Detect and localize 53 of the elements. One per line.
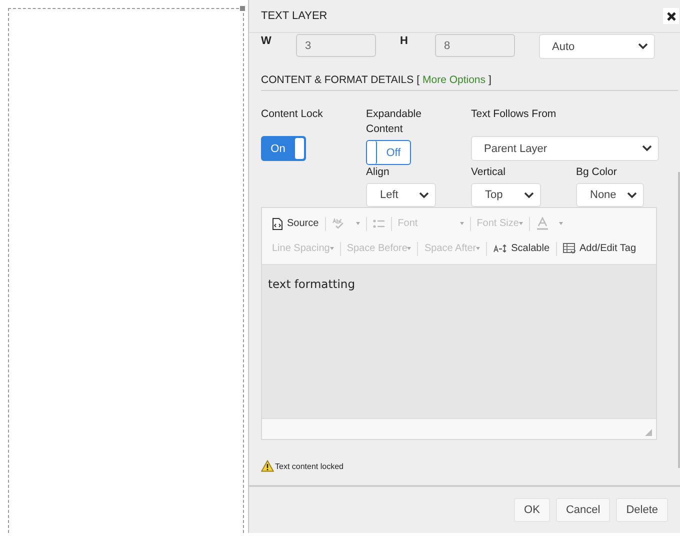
- tag-table-icon: [562, 242, 576, 254]
- caret-icon: [407, 247, 412, 250]
- caret-icon: [356, 222, 360, 225]
- width-field[interactable]: 3: [296, 34, 376, 57]
- more-options-link[interactable]: More Options: [422, 74, 486, 86]
- chevron-icon: [627, 192, 637, 198]
- toolbar-button[interactable]: Source: [270, 214, 321, 232]
- spellcheck-icon: [332, 218, 346, 230]
- chevron-icon: [642, 145, 652, 152]
- field-label: Align: [366, 165, 390, 180]
- scale-text-icon: [493, 244, 508, 253]
- toolbar-button[interactable]: Scalable: [491, 240, 552, 258]
- document-icon: [272, 218, 283, 230]
- toggle-switch[interactable]: Off: [366, 140, 411, 165]
- warning-icon: [261, 460, 274, 472]
- field-label: Expandable Content: [366, 107, 422, 137]
- chevron-icon: [638, 43, 648, 50]
- field-label: Text Follows From: [471, 107, 558, 122]
- close-button[interactable]: [663, 8, 679, 24]
- resize-grip-icon[interactable]: [645, 429, 652, 436]
- dropdown[interactable]: Left: [366, 183, 436, 207]
- dialog-title: TEXT LAYER: [261, 10, 328, 22]
- caret-icon: [330, 247, 334, 250]
- caret-icon: [558, 222, 563, 225]
- dialog-button[interactable]: Delete: [616, 498, 668, 522]
- dropdown[interactable]: Auto: [539, 34, 655, 59]
- close-icon: [666, 12, 676, 20]
- field-label: Content Lock: [261, 107, 324, 122]
- chevron-icon: [524, 192, 534, 198]
- caret-icon: [476, 247, 480, 250]
- field-label: Bg Color: [576, 165, 618, 180]
- editor-text: text formatting: [268, 277, 356, 291]
- dropdown[interactable]: Parent Layer: [471, 136, 659, 161]
- list-icon: [372, 218, 385, 228]
- height-field[interactable]: 8: [435, 34, 515, 57]
- caret-icon: [518, 222, 523, 225]
- notice-text: Text content locked: [275, 462, 344, 470]
- caret-icon: [460, 222, 464, 225]
- font-color-icon: [536, 217, 549, 230]
- dropdown[interactable]: Top: [471, 183, 541, 207]
- resize-handle[interactable]: [240, 6, 245, 11]
- chevron-icon: [419, 192, 429, 198]
- field-label: W: [261, 35, 272, 47]
- dropdown[interactable]: None: [576, 183, 644, 207]
- field-label: H: [400, 35, 409, 47]
- section-title: CONTENT & FORMAT DETAILS [: [261, 74, 420, 86]
- toggle-switch[interactable]: On: [261, 136, 306, 161]
- dialog-button[interactable]: Cancel: [556, 498, 610, 522]
- section-bracket: ]: [488, 74, 492, 86]
- layer-frame[interactable]: [8, 8, 244, 533]
- field-label: Vertical: [471, 165, 506, 180]
- toolbar-button[interactable]: Add/Edit Tag: [560, 240, 638, 258]
- dialog-button[interactable]: OK: [514, 498, 550, 522]
